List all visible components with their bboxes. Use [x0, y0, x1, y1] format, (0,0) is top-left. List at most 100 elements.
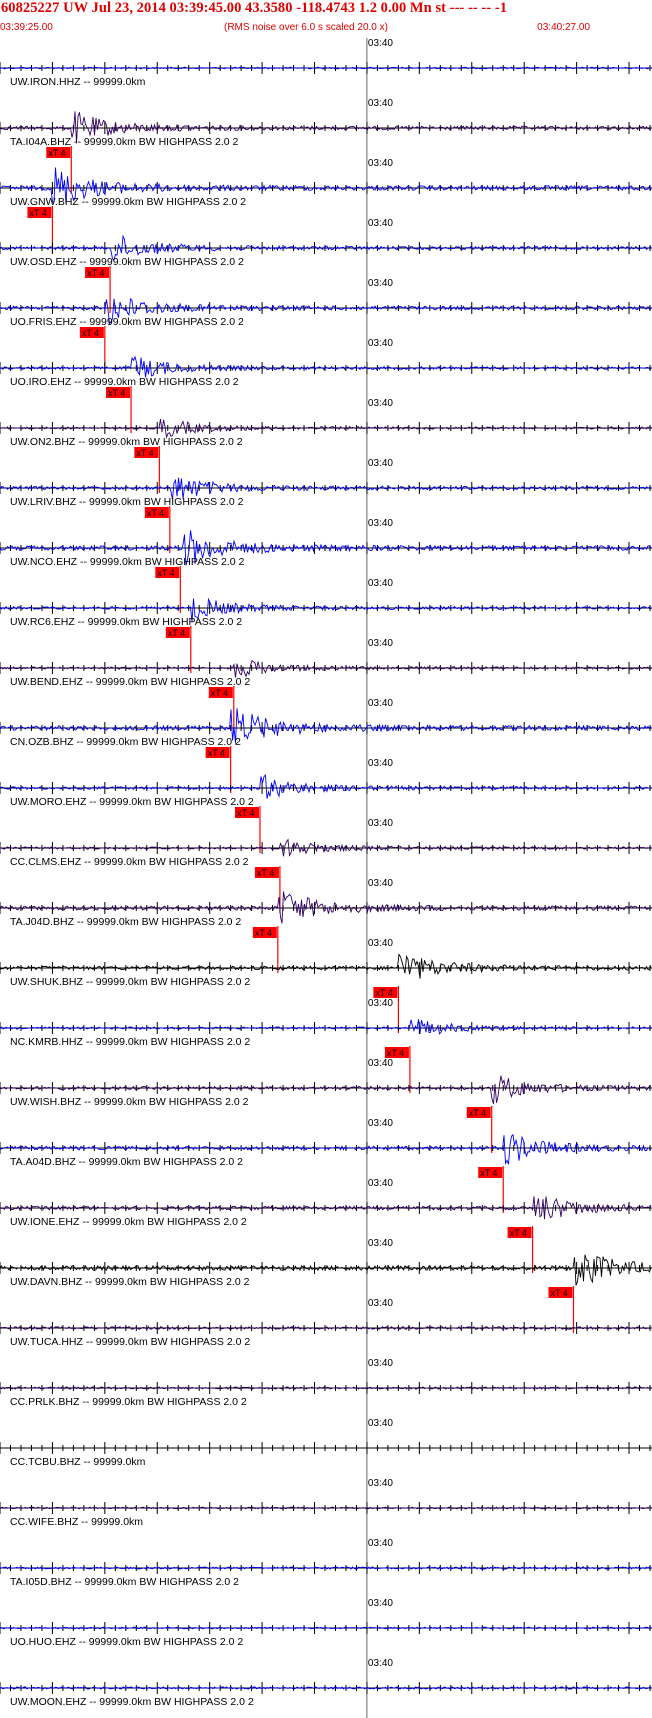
plot-header: 60825227 UW Jul 23, 2014 03:39:45.00 43.…: [0, 0, 652, 40]
minute-tick-label: 03:40: [368, 398, 393, 409]
station-label: NC.KMRB.HHZ -- 99999.0km BW HIGHPASS 2.0…: [10, 1036, 250, 1048]
minute-tick-label: 03:40: [368, 1118, 393, 1129]
minute-tick-label: 03:40: [368, 158, 393, 169]
minute-tick-label: 03:40: [368, 1538, 393, 1549]
trace-row: 03:40 UW.GNW.BHZ -- 99999.0km BW HIGHPASS…: [0, 158, 652, 253]
trace-row: 03:40 UO.FRIS.EHZ -- 99999.0km BW HIGHPAS…: [0, 278, 652, 373]
trace-row: 03:40 NC.KMRB.HHZ -- 99999.0km BW HIGHPAS…: [0, 998, 652, 1093]
end-time-label: 03:40:27.00: [537, 22, 590, 33]
start-time-label: 03:39:25.00: [0, 22, 53, 33]
minute-tick-label: 03:40: [368, 98, 393, 109]
station-label: TA.J04D.BHZ -- 99999.0km BW HIGHPASS 2.0…: [10, 916, 241, 928]
pick-label: xT 4: [208, 748, 225, 758]
station-label: UO.FRIS.EHZ -- 99999.0km BW HIGHPASS 2.0…: [10, 316, 244, 328]
trace-row: 03:40 CN.OZB.BHZ -- 99999.0km BW HIGHPASS…: [0, 698, 652, 793]
trace-row: 03:40 UW.BEND.EHZ -- 99999.0km BW HIGHPAS…: [0, 638, 652, 733]
trace-row: 03:40 CC.PRLK.BHZ -- 99999.0km BW HIGHPAS…: [0, 1358, 652, 1418]
station-label: UW.GNW.BHZ -- 99999.0km BW HIGHPASS 2.0 …: [10, 196, 246, 208]
minute-tick-label: 03:40: [368, 1058, 393, 1069]
pick-label: xT 4: [82, 328, 99, 338]
pick-label: xT 4: [168, 628, 185, 638]
seismogram-plot: 03:40 UW.IRON.HHZ -- 99999.0km 03:40 TA.I04…: [0, 38, 652, 1718]
station-label: TA.I05D.BHZ -- 99999.0km BW HIGHPASS 2.0…: [10, 1576, 239, 1588]
minute-tick-label: 03:40: [368, 1478, 393, 1489]
trace-row: 03:40 CC.CLMS.EHZ -- 99999.0km BW HIGHPAS…: [0, 818, 652, 913]
minute-tick-label: 03:40: [368, 1598, 393, 1609]
pick-label: xT 4: [29, 208, 46, 218]
station-label: CC.WIFE.BHZ -- 99999.0km: [10, 1516, 143, 1528]
pick-label: xT 4: [480, 1168, 497, 1178]
station-label: CC.TCBU.BHZ -- 99999.0km: [10, 1456, 146, 1468]
minute-tick-label: 03:40: [368, 1418, 393, 1429]
trace-row: 03:40 UW.IRON.HHZ -- 99999.0km: [0, 38, 652, 98]
station-label: UW.NCO.EHZ -- 99999.0km BW HIGHPASS 2.0 …: [10, 556, 245, 568]
minute-tick-label: 03:40: [368, 818, 393, 829]
minute-tick-label: 03:40: [368, 698, 393, 709]
pick-label: xT 4: [469, 1108, 486, 1118]
station-label: UW.OSD.EHZ -- 99999.0km BW HIGHPASS 2.0 …: [10, 256, 244, 268]
trace-row: 03:40 UW.IONE.EHZ -- 99999.0km BW HIGHPAS…: [0, 1178, 652, 1273]
pick-label: xT 4: [375, 988, 392, 998]
station-label: UW.LRIV.BHZ -- 99999.0km BW HIGHPASS 2.0…: [10, 496, 244, 508]
event-title: 60825227 UW Jul 23, 2014 03:39:45.00 43.…: [1, 0, 508, 16]
trace-row: 03:40 TA.J04D.BHZ -- 99999.0km BW HIGHPAS…: [0, 878, 652, 973]
pick-label: xT 4: [87, 268, 104, 278]
minute-tick-label: 03:40: [368, 1298, 393, 1309]
minute-tick-label: 03:40: [368, 638, 393, 649]
minute-tick-label: 03:40: [368, 1178, 393, 1189]
station-label: UW.MOON.EHZ -- 99999.0km BW HIGHPASS 2.0…: [10, 1696, 254, 1708]
station-label: UW.RC6.EHZ -- 99999.0km BW HIGHPASS 2.0 …: [10, 616, 242, 628]
minute-tick-label: 03:40: [368, 1358, 393, 1369]
minute-tick-label: 03:40: [368, 758, 393, 769]
pick-label: xT 4: [108, 388, 125, 398]
trace-row: 03:40 UW.SHUK.BHZ -- 99999.0km BW HIGHPAS…: [0, 938, 652, 1033]
minute-tick-label: 03:40: [368, 518, 393, 529]
trace-row: 03:40 UW.MORO.EHZ -- 99999.0km BW HIGHPAS…: [0, 758, 652, 853]
trace-row: 03:40 UW.OSD.EHZ -- 99999.0km BW HIGHPASS…: [0, 218, 652, 313]
station-label: UW.MORO.EHZ -- 99999.0km BW HIGHPASS 2.0…: [10, 796, 254, 808]
trace-row: 03:40 UO.HUO.EHZ -- 99999.0km BW HIGHPASS…: [0, 1598, 652, 1658]
trace-row: 03:40 CC.TCBU.BHZ -- 99999.0km: [0, 1418, 652, 1478]
trace-row: 03:40 UW.LRIV.BHZ -- 99999.0km BW HIGHPAS…: [0, 458, 652, 553]
pick-label: xT 4: [211, 688, 228, 698]
trace-row: 03:40 TA.I04A.BHZ -- 99999.0km BW HIGHPAS…: [0, 98, 652, 193]
trace-row: 03:40 UW.TUCA.HHZ -- 99999.0km BW HIGHPAS…: [0, 1298, 652, 1358]
trace-row: 03:40 UW.NCO.EHZ -- 99999.0km BW HIGHPASS…: [0, 518, 652, 613]
station-label: UW.SHUK.BHZ -- 99999.0km BW HIGHPASS 2.0…: [10, 976, 250, 988]
station-label: UW.ON2.BHZ -- 99999.0km BW HIGHPASS 2.0 …: [10, 436, 243, 448]
station-label: UW.IONE.EHZ -- 99999.0km BW HIGHPASS 2.0…: [10, 1216, 247, 1228]
minute-tick-label: 03:40: [368, 278, 393, 289]
waveform-trace: [0, 355, 652, 378]
station-label: UO.IRO.EHZ -- 99999.0km BW HIGHPASS 2.0 …: [10, 376, 239, 388]
station-label: TA.A04D.BHZ -- 99999.0km BW HIGHPASS 2.0…: [10, 1156, 243, 1168]
trace-row: 03:40 TA.I05D.BHZ -- 99999.0km BW HIGHPAS…: [0, 1538, 652, 1598]
pick-label: xT 4: [48, 148, 65, 158]
station-label: UW.TUCA.HHZ -- 99999.0km BW HIGHPASS 2.0…: [10, 1336, 250, 1348]
pick-label: xT 4: [157, 568, 174, 578]
station-label: CC.PRLK.BHZ -- 99999.0km BW HIGHPASS 2.0…: [10, 1396, 247, 1408]
trace-row: 03:40 UO.IRO.EHZ -- 99999.0km BW HIGHPASS…: [0, 338, 652, 433]
station-label: CN.OZB.BHZ -- 99999.0km BW HIGHPASS 2.0 …: [10, 736, 241, 748]
station-label: UW.IRON.HHZ -- 99999.0km: [10, 76, 146, 88]
pick-label: xT 4: [257, 868, 274, 878]
pick-label: xT 4: [550, 1288, 567, 1298]
station-label: TA.I04A.BHZ -- 99999.0km BW HIGHPASS 2.0…: [10, 136, 239, 148]
minute-tick-label: 03:40: [368, 338, 393, 349]
pick-label: xT 4: [510, 1228, 527, 1238]
trace-row: 03:40 CC.WIFE.BHZ -- 99999.0km: [0, 1478, 652, 1538]
trace-row: 03:40 TA.A04D.BHZ -- 99999.0km BW HIGHPAS…: [0, 1118, 652, 1213]
station-label: UO.HUO.EHZ -- 99999.0km BW HIGHPASS 2.0 …: [10, 1636, 243, 1648]
station-label: UW.BEND.EHZ -- 99999.0km BW HIGHPASS 2.0…: [10, 676, 250, 688]
minute-tick-label: 03:40: [368, 998, 393, 1009]
trace-row: 03:40 UW.RC6.EHZ -- 99999.0km BW HIGHPASS…: [0, 578, 652, 673]
station-label: UW.DAVN.BHZ -- 99999.0km BW HIGHPASS 2.0…: [10, 1276, 250, 1288]
trace-row: 03:40 UW.DAVN.BHZ -- 99999.0km BW HIGHPAS…: [0, 1238, 652, 1333]
rms-noise-note: (RMS noise over 6.0 s scaled 20.0 x): [224, 22, 388, 33]
trace-row: 03:40 UW.MOON.EHZ -- 99999.0km BW HIGHPAS…: [0, 1658, 652, 1718]
minute-tick-label: 03:40: [368, 878, 393, 889]
station-label: CC.CLMS.EHZ -- 99999.0km BW HIGHPASS 2.0…: [10, 856, 249, 868]
trace-row: 03:40 UW.WISH.BHZ -- 99999.0km BW HIGHPAS…: [0, 1058, 652, 1153]
pick-label: xT 4: [255, 928, 272, 938]
pick-label: xT 4: [237, 808, 254, 818]
minute-tick-label: 03:40: [368, 218, 393, 229]
